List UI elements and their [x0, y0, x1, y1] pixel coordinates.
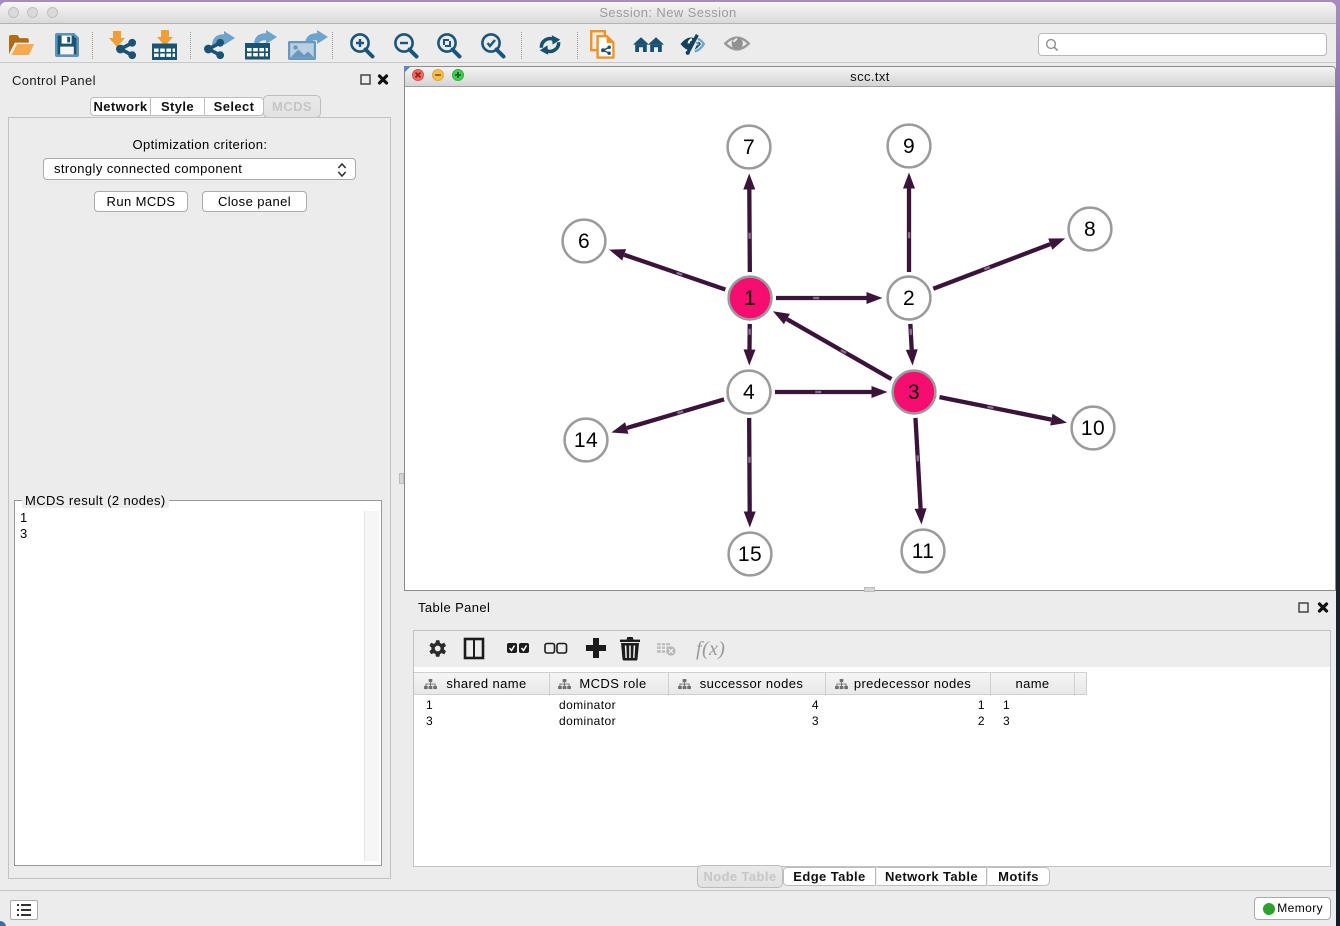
svg-text:6: 6: [578, 230, 590, 253]
svg-text:f(x): f(x): [696, 638, 725, 660]
svg-text:14: 14: [574, 429, 598, 452]
svg-text:11: 11: [912, 540, 935, 563]
svg-text:2: 2: [903, 287, 915, 310]
svg-text:9: 9: [903, 135, 915, 158]
svg-text:8: 8: [1084, 218, 1096, 241]
svg-text:4: 4: [743, 381, 755, 404]
svg-text:1: 1: [744, 287, 756, 310]
svg-text:15: 15: [738, 543, 762, 566]
svg-text:3: 3: [908, 381, 920, 404]
svg-text:7: 7: [743, 136, 755, 159]
svg-text:10: 10: [1081, 417, 1105, 440]
